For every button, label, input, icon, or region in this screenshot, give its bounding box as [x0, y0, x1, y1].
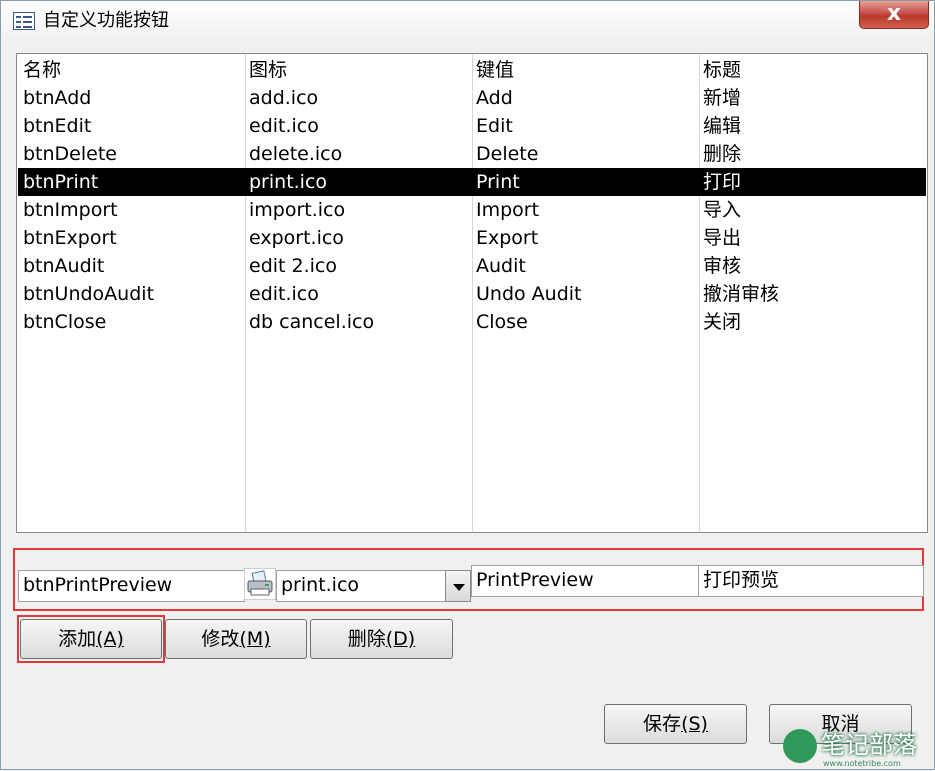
cell-name: btnAdd: [23, 87, 92, 109]
list-row-selected[interactable]: btnPrint print.ico Print 打印: [18, 168, 926, 196]
save-button-label: 保存: [643, 713, 682, 735]
list-row[interactable]: btnImport import.ico Import 导入: [18, 196, 926, 224]
cell-name: btnPrint: [23, 171, 99, 193]
cell-caption: 导入: [703, 199, 742, 221]
cell-caption: 审核: [703, 255, 742, 277]
column-header-key[interactable]: 键值: [476, 56, 514, 84]
cell-key: Edit: [476, 115, 513, 137]
list-row[interactable]: btnDelete delete.ico Delete 删除: [18, 140, 926, 168]
cell-icon: export.ico: [249, 227, 344, 249]
cell-name: btnImport: [23, 199, 118, 221]
cell-name: btnDelete: [23, 143, 117, 165]
close-button[interactable]: x: [859, 1, 929, 29]
cell-caption: 导出: [703, 227, 742, 249]
cell-caption: 删除: [703, 143, 742, 165]
cell-name: btnAudit: [23, 255, 105, 277]
column-header-icon[interactable]: 图标: [249, 56, 287, 84]
cell-icon: edit.ico: [249, 115, 319, 137]
cell-icon: import.ico: [249, 199, 346, 221]
cell-icon: add.ico: [249, 87, 319, 109]
cell-icon: delete.ico: [249, 143, 343, 165]
cell-caption: 打印: [703, 171, 742, 193]
save-button[interactable]: 保存(S): [604, 704, 747, 744]
form-icon: [13, 12, 35, 30]
name-input[interactable]: btnPrintPreview: [18, 570, 245, 602]
cell-icon: edit.ico: [249, 283, 319, 305]
dialog-window: 自定义功能按钮 x 名称 图标 键值 标题 btnAdd add.ico Add…: [0, 0, 935, 770]
cancel-button[interactable]: 取消: [769, 704, 912, 744]
modify-button-label: 修改: [201, 628, 240, 650]
delete-button-label: 删除: [347, 628, 386, 650]
column-header-name[interactable]: 名称: [23, 56, 61, 84]
cell-key: Audit: [476, 255, 526, 277]
cell-icon: print.ico: [249, 171, 328, 193]
cell-icon: db cancel.ico: [249, 311, 375, 333]
list-row[interactable]: btnUndoAudit edit.ico Undo Audit 撤消审核: [18, 280, 926, 308]
cell-caption: 新增: [703, 87, 742, 109]
list-row[interactable]: btnAdd add.ico Add 新增: [18, 84, 926, 112]
modify-button[interactable]: 修改(M): [165, 619, 307, 659]
button-list[interactable]: 名称 图标 键值 标题 btnAdd add.ico Add 新增 btnEdi…: [16, 53, 928, 533]
cell-name: btnUndoAudit: [23, 283, 155, 305]
cell-caption: 关闭: [703, 311, 742, 333]
cell-name: btnClose: [23, 311, 107, 333]
printer-icon: [244, 568, 276, 600]
cell-key: Add: [476, 87, 513, 109]
list-header: 名称 图标 键值 标题: [18, 56, 926, 84]
list-row[interactable]: btnEdit edit.ico Edit 编辑: [18, 112, 926, 140]
watermark-url: www.notetribe.com: [823, 759, 901, 768]
cell-key: Close: [476, 311, 528, 333]
cell-name: btnExport: [23, 227, 117, 249]
caption-input[interactable]: 打印预览: [698, 565, 924, 597]
column-header-caption[interactable]: 标题: [703, 56, 741, 84]
cell-key: Undo Audit: [476, 283, 582, 305]
list-row[interactable]: btnExport export.ico Export 导出: [18, 224, 926, 252]
delete-button[interactable]: 删除(D): [310, 619, 453, 659]
cell-icon: edit 2.ico: [249, 255, 337, 277]
cell-key: Import: [476, 199, 540, 221]
cell-name: btnEdit: [23, 115, 92, 137]
icon-combo-value[interactable]: print.ico: [276, 570, 446, 602]
cell-caption: 撤消审核: [703, 283, 780, 305]
delete-button-mnemonic: (D): [385, 628, 416, 650]
cell-key: Export: [476, 227, 539, 249]
cell-caption: 编辑: [703, 115, 742, 137]
add-button-highlight: [17, 615, 165, 663]
dropdown-arrow-button[interactable]: [445, 570, 471, 602]
title-bar: 自定义功能按钮 x: [1, 1, 934, 41]
save-button-mnemonic: (S): [681, 713, 708, 735]
list-row[interactable]: btnClose db cancel.ico Close 关闭: [18, 308, 926, 336]
cell-key: Print: [476, 171, 520, 193]
list-row[interactable]: btnAudit edit 2.ico Audit 审核: [18, 252, 926, 280]
cancel-button-label: 取消: [821, 713, 860, 735]
window-title: 自定义功能按钮: [43, 10, 169, 31]
modify-button-mnemonic: (M): [239, 628, 271, 650]
key-input[interactable]: PrintPreview: [471, 565, 699, 597]
cell-key: Delete: [476, 143, 539, 165]
